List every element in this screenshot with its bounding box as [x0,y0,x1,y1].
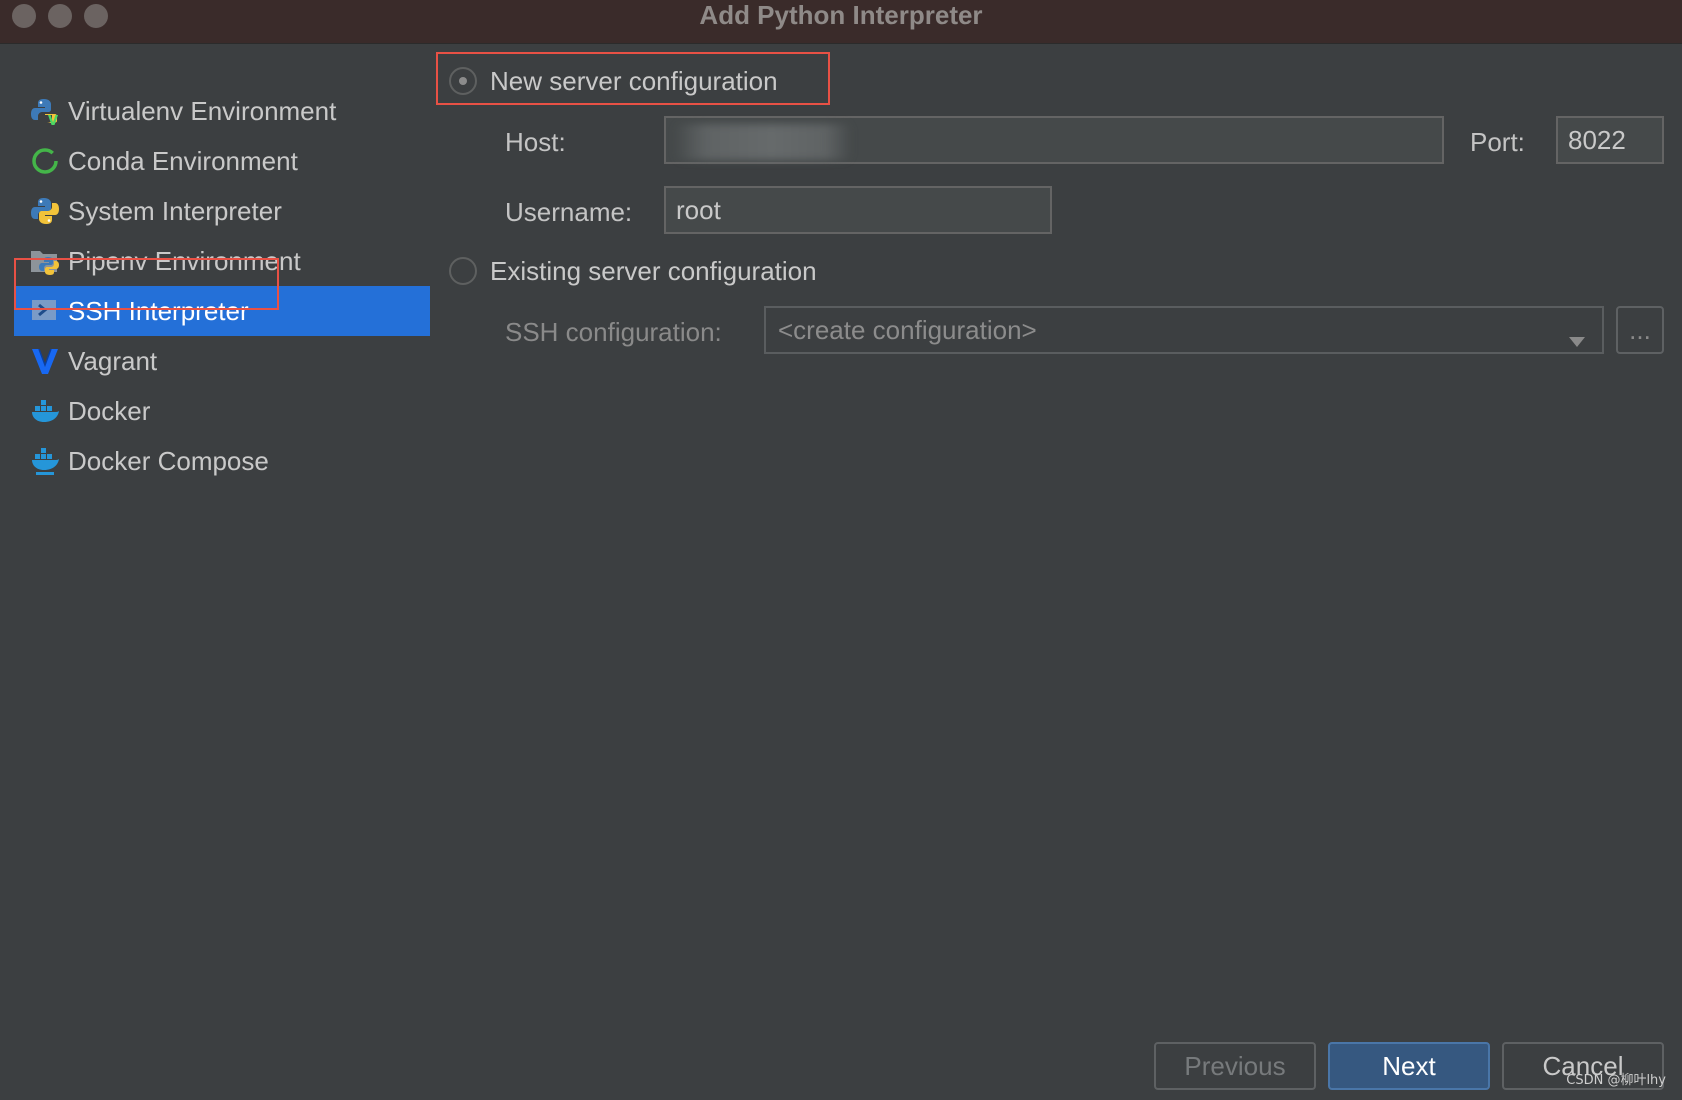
conda-icon [30,146,60,176]
next-button[interactable]: Next [1328,1042,1490,1090]
vagrant-icon [30,346,60,376]
sidebar-item-conda[interactable]: Conda Environment [14,136,430,186]
host-label: Host: [505,127,566,157]
new-server-configuration-label: New server configuration [490,66,778,96]
sidebar-item-ssh-interpreter[interactable]: SSH Interpreter [14,286,430,336]
ssh-configuration-label: SSH configuration: [505,317,722,347]
chevron-down-icon [1568,324,1586,355]
username-label: Username: [505,197,633,227]
sidebar-item-virtualenv[interactable]: V Virtualenv Environment [14,86,430,136]
svg-text:V: V [48,114,58,126]
sidebar-item-pipenv[interactable]: Pipenv Environment [14,236,430,286]
redacted-host-value [674,124,852,160]
sidebar-item-label: Pipenv Environment [68,245,301,276]
ssh-terminal-icon [30,296,60,326]
port-label: Port: [1470,127,1525,157]
ssh-configuration-select[interactable]: <create configuration> [764,306,1604,354]
watermark: CSDN @柳叶lhy [1566,1073,1666,1088]
docker-compose-icon [30,446,60,476]
browse-ssh-configuration-button[interactable]: ... [1616,306,1664,354]
interpreter-type-list: V Virtualenv Environment Conda Environme… [0,44,430,1100]
sidebar-item-system-interpreter[interactable]: System Interpreter [14,186,430,236]
python-virtualenv-icon: V [30,96,60,126]
sidebar-item-docker-compose[interactable]: Docker Compose [14,436,430,486]
pipenv-icon [30,246,60,276]
ssh-configuration-value: <create configuration> [778,314,1037,345]
sidebar-item-label: Vagrant [68,345,158,376]
sidebar-item-label: SSH Interpreter [68,295,249,326]
sidebar-item-label: Virtualenv Environment [68,95,337,126]
python-icon [30,196,60,226]
previous-button[interactable]: Previous [1154,1042,1316,1090]
username-input[interactable] [664,186,1052,234]
sidebar-item-vagrant[interactable]: Vagrant [14,336,430,386]
sidebar-item-label: Conda Environment [68,145,298,176]
new-server-configuration-radio[interactable] [449,67,477,95]
sidebar-item-label: Docker Compose [68,445,269,476]
window-title: Add Python Interpreter [699,0,983,30]
sidebar-item-docker[interactable]: Docker [14,386,430,436]
existing-server-configuration-radio[interactable] [449,257,477,285]
sidebar-item-label: System Interpreter [68,195,282,226]
existing-server-configuration-label: Existing server configuration [490,256,817,286]
title-bar: Add Python Interpreter [0,0,1682,44]
sidebar-item-label: Docker [68,395,151,426]
docker-icon [30,396,60,426]
port-input[interactable] [1556,116,1664,164]
radio-selected-dot [459,77,467,85]
